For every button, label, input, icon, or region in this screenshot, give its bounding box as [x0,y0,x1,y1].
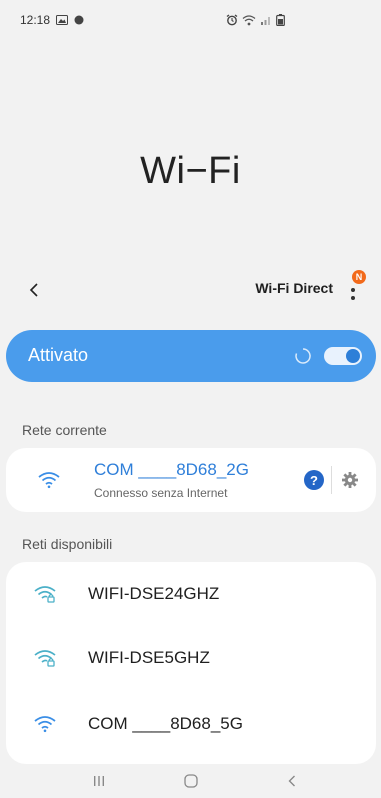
network-item[interactable]: COM ____8D68_5G [6,694,376,754]
more-dot [351,296,355,300]
alarm-icon [226,14,238,26]
current-network-card[interactable]: COM ____8D68_2G Connesso senza Internet … [6,448,376,512]
notification-badge: N [352,270,366,284]
status-left: 12:18 [20,0,84,40]
wifi-direct-button[interactable]: Wi-Fi Direct [255,280,333,296]
toggle-knob [346,349,360,363]
available-networks-card: WIFI-DSE24GHZ WIFI-DSE5GHZ COM ____8D68_… [6,562,376,764]
help-button[interactable]: ? [304,470,324,490]
wifi-status-icon [242,14,256,26]
network-name: WIFI-DSE24GHZ [88,584,220,603]
chevron-left-icon [288,775,295,787]
more-dot [351,288,355,292]
gear-icon [342,472,358,488]
status-right [226,0,285,40]
home-icon [184,774,198,788]
available-networks-header: Reti disponibili [22,536,113,552]
recent-apps-icon [94,776,104,786]
current-network-name: COM ____8D68_2G [94,460,249,479]
network-settings-button[interactable] [340,470,360,490]
action-bar: Wi-Fi Direct N [0,270,381,310]
loading-spinner-icon [295,348,311,364]
divider [331,466,332,494]
battery-icon [276,14,285,26]
wifi-toggle-label: Attivato [28,345,89,365]
wifi-toggle-card[interactable]: Attivato [6,330,376,382]
wifi-icon [34,716,56,733]
wifi-lock-icon [34,650,56,667]
back-nav-button[interactable] [277,768,307,794]
status-time: 12:18 [20,13,51,27]
page-title: Wi−Fi [140,150,241,192]
status-bar: 12:18 [0,0,381,40]
navigation-bar [0,764,381,798]
wifi-toggle-switch[interactable] [324,347,362,365]
network-item[interactable]: WIFI-DSE24GHZ [6,564,376,624]
network-name: COM ____8D68_5G [88,714,243,733]
network-name: WIFI-DSE5GHZ [88,648,210,667]
back-button[interactable] [22,278,46,302]
record-notification-icon [74,15,84,25]
current-network-header: Rete corrente [22,422,107,438]
home-button[interactable] [176,768,206,794]
recent-apps-button[interactable] [84,768,114,794]
chevron-left-icon [29,283,38,297]
wifi-icon [38,472,60,489]
network-item[interactable]: WIFI-DSE5GHZ [6,628,376,688]
wifi-lock-icon [34,586,56,603]
current-network-status: Connesso senza Internet [94,486,228,500]
signal-icon [260,15,272,26]
gallery-notification-icon [56,15,69,25]
